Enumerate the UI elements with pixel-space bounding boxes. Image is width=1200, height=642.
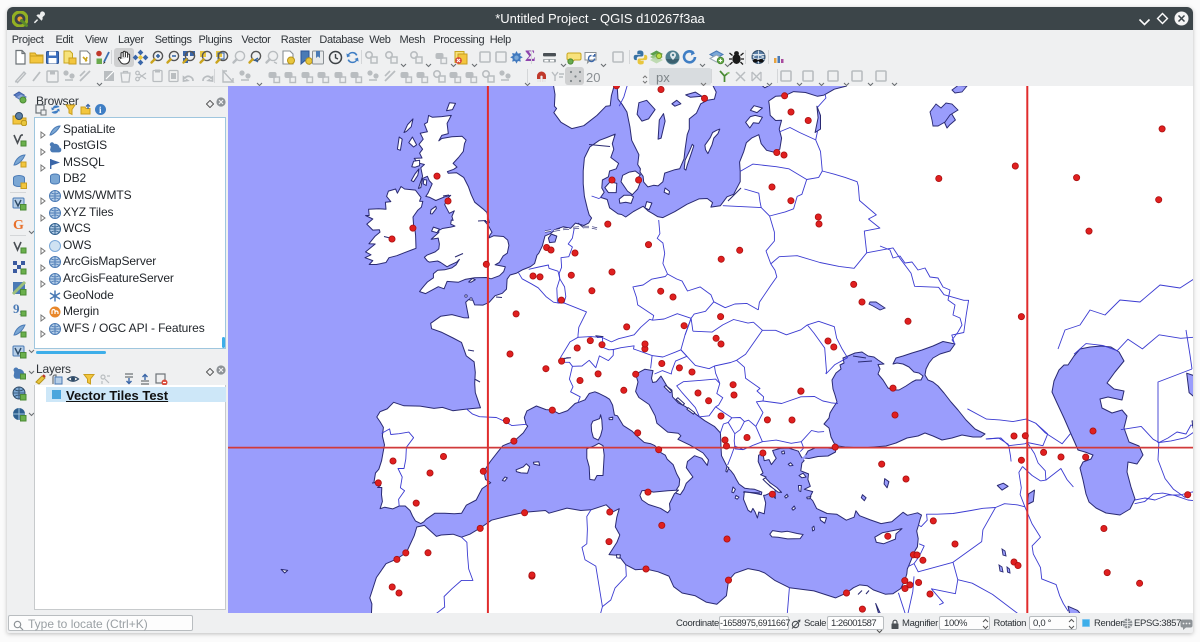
svg-text:G: G — [13, 218, 24, 232]
